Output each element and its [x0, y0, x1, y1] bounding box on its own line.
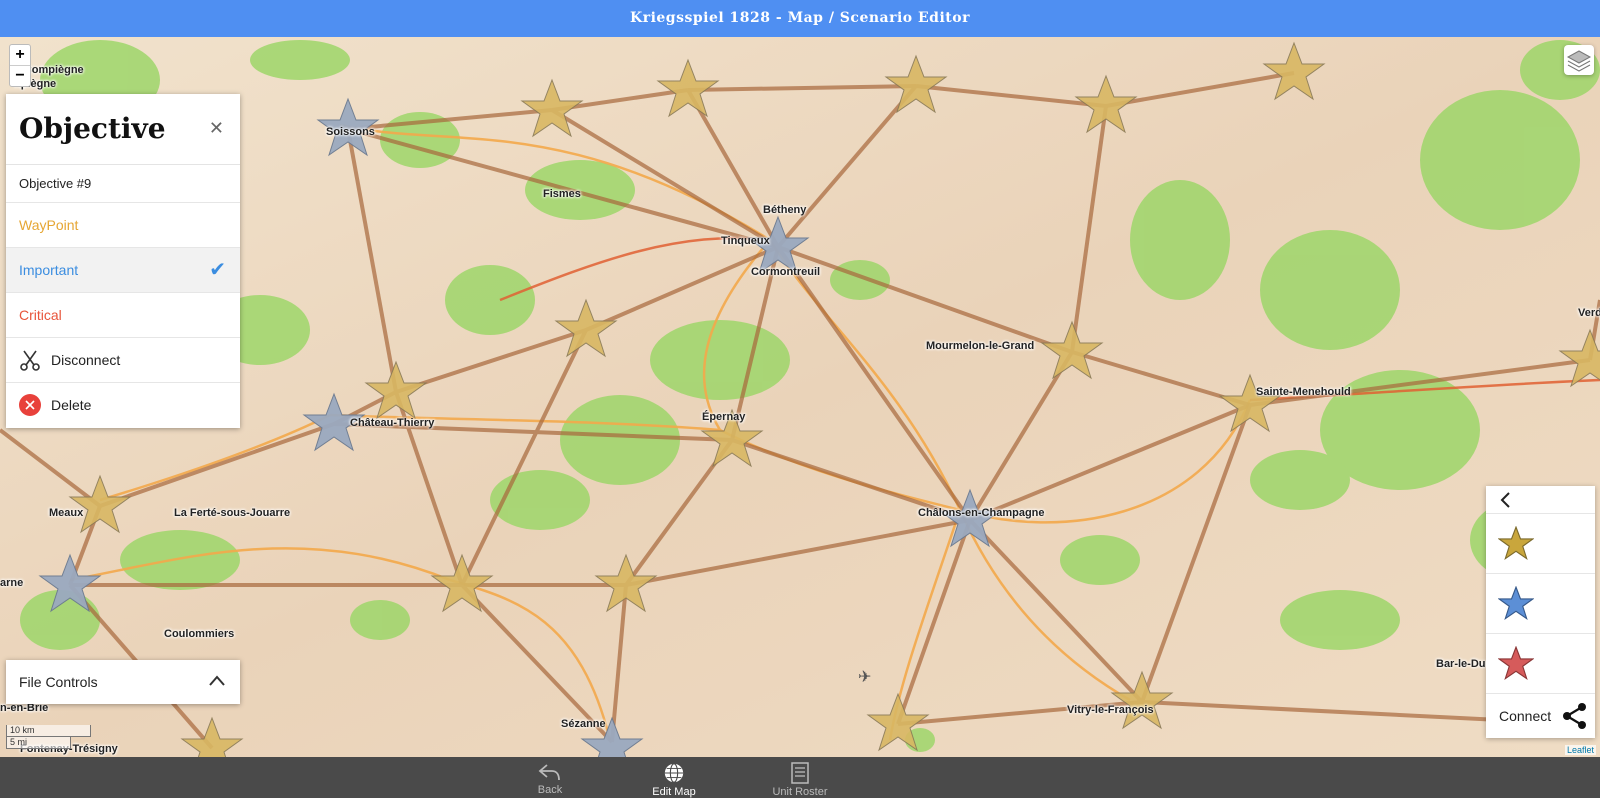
nav-back[interactable]: Back — [490, 757, 610, 798]
collapse-button[interactable] — [1486, 486, 1595, 514]
place-label: Sainte-Menehould — [1256, 386, 1351, 398]
nav-back-label: Back — [537, 784, 563, 796]
type-waypoint-label: WayPoint — [19, 217, 79, 233]
delete-icon — [19, 394, 41, 416]
disconnect-button[interactable]: Disconnect — [6, 338, 240, 383]
delete-label: Delete — [51, 397, 92, 413]
bottom-nav: Back Edit Map Unit Roster — [0, 757, 1600, 798]
map-tiles[interactable]: ✈ — [0, 37, 1600, 757]
delete-button[interactable]: Delete — [6, 383, 240, 428]
layers-icon — [1566, 50, 1592, 72]
place-label: Soissons — [326, 126, 375, 138]
place-label: Châlons-en-Champagne — [918, 507, 1045, 519]
scale-bar: 10 km 5 mi — [6, 725, 91, 749]
place-label: Bar-le-Duc — [1436, 658, 1492, 670]
map-canvas[interactable]: ✈ Soissons Fismes Bétheny Tinqueux Cormo… — [0, 37, 1600, 757]
zoom-out-button[interactable]: − — [10, 65, 30, 86]
add-waypoint-tool[interactable] — [1486, 514, 1595, 574]
document-icon — [791, 762, 809, 784]
nav-unit-roster[interactable]: Unit Roster — [740, 757, 860, 798]
type-important[interactable]: Important ✔ — [6, 248, 240, 293]
svg-text:✈: ✈ — [858, 667, 871, 686]
panel-title: Objective — [19, 112, 166, 145]
scale-mi: 5 mi — [6, 737, 71, 749]
objective-panel: Objective ✕ Objective #9 WayPoint Import… — [6, 94, 240, 428]
type-critical[interactable]: Critical — [6, 293, 240, 338]
back-arrow-icon — [538, 764, 560, 781]
nav-unit-roster-label: Unit Roster — [772, 786, 828, 798]
place-label: Coulommiers — [164, 628, 235, 640]
app-title: Kriegsspiel 1828 - Map / Scenario Editor — [0, 0, 1600, 37]
close-icon[interactable]: ✕ — [209, 118, 224, 139]
objective-tool-panel: Connect — [1486, 486, 1595, 738]
add-critical-tool[interactable] — [1486, 634, 1595, 694]
checkmark-icon: ✔ — [209, 259, 226, 281]
type-waypoint[interactable]: WayPoint — [6, 203, 240, 248]
place-label: Fismes — [543, 188, 581, 200]
gold-star-icon — [1498, 526, 1534, 561]
connect-button[interactable]: Connect — [1486, 694, 1595, 738]
objective-name[interactable]: Objective #9 — [6, 165, 240, 203]
file-controls-label: File Controls — [19, 674, 98, 690]
nav-edit-map[interactable]: Edit Map — [614, 757, 734, 798]
share-icon — [1563, 703, 1586, 729]
chevron-left-icon — [1500, 492, 1510, 508]
red-star-icon — [1498, 646, 1534, 681]
place-label: Sézanne — [561, 718, 606, 730]
type-important-label: Important — [19, 262, 79, 278]
zoom-control: + − — [9, 44, 31, 87]
add-important-tool[interactable] — [1486, 574, 1595, 634]
place-label: Meaux — [49, 507, 84, 519]
connect-label: Connect — [1499, 708, 1552, 724]
place-label: Vitry-le-François — [1067, 704, 1154, 716]
place-label: Épernay — [702, 411, 746, 423]
place-label: Verd — [1578, 307, 1600, 319]
disconnect-label: Disconnect — [51, 352, 121, 368]
place-label: La Ferté-sous-Jouarre — [174, 507, 291, 519]
place-label: Château-Thierry — [350, 417, 435, 429]
chevron-up-icon — [209, 675, 225, 686]
attribution-link[interactable]: Leaflet — [1564, 745, 1596, 755]
scissors-icon — [20, 350, 40, 371]
scale-km: 10 km — [6, 725, 91, 737]
place-label: arne — [0, 577, 24, 589]
place-label: Mourmelon-le-Grand — [926, 340, 1035, 352]
file-controls-toggle[interactable]: File Controls — [6, 660, 240, 704]
type-critical-label: Critical — [19, 307, 62, 323]
layers-button[interactable] — [1564, 45, 1594, 75]
zoom-in-button[interactable]: + — [10, 45, 30, 65]
place-label: Cormontreuil — [751, 266, 821, 278]
blue-star-icon — [1498, 586, 1534, 621]
place-label: Tinqueux — [721, 235, 770, 247]
globe-icon — [664, 763, 684, 783]
place-label: Bétheny — [763, 204, 807, 216]
nav-edit-map-label: Edit Map — [652, 786, 696, 798]
